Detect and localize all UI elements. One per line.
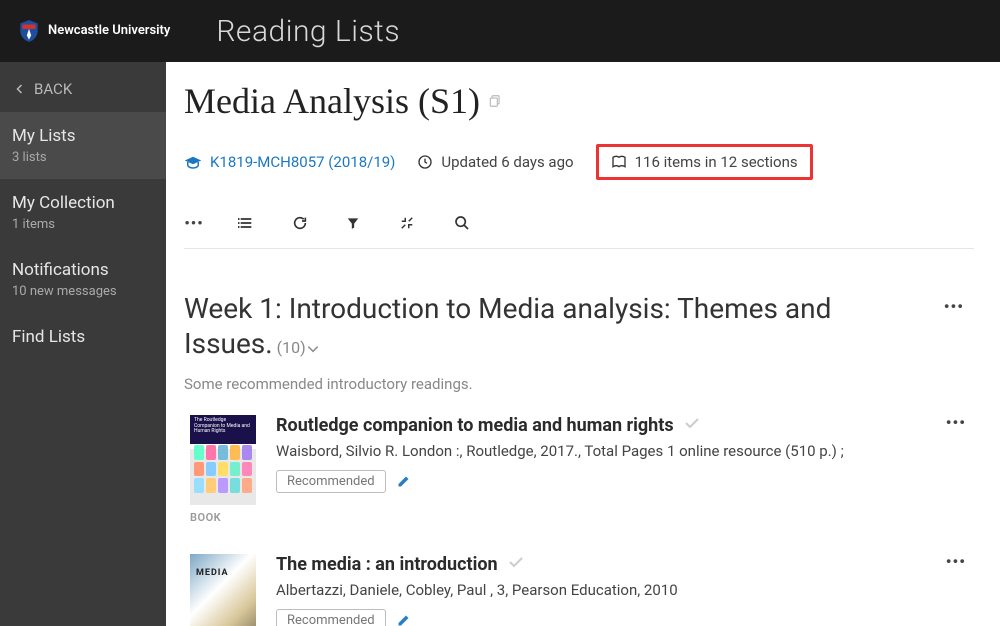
list-toolbar: ••• <box>184 206 974 249</box>
course-code-link[interactable]: K1819-MCH8057 (2018/19) <box>184 153 395 171</box>
book-cover-thumbnail: MEDIA <box>190 554 256 626</box>
section-item-count[interactable]: (10) <box>277 338 320 357</box>
top-bar: Newcastle University Reading Lists <box>0 0 1000 62</box>
list-meta-row: K1819-MCH8057 (2018/19) Updated 6 days a… <box>184 144 974 180</box>
university-name: Newcastle University <box>48 24 170 38</box>
sidebar-item-sub: 3 lists <box>12 150 154 165</box>
item-meta: Albertazzi, Daniele, Cobley, Paul , 3, P… <box>276 581 968 599</box>
filter-icon <box>346 216 360 230</box>
item-type-label: BOOK <box>190 511 221 524</box>
item-title[interactable]: The media : an introduction <box>276 554 498 575</box>
items-summary-text: 116 items in 12 sections <box>635 153 798 171</box>
section-header: Week 1: Introduction to Media analysis: … <box>184 291 974 361</box>
section-menu-button[interactable]: ••• <box>934 291 974 322</box>
check-outline-icon[interactable] <box>684 415 700 431</box>
edit-tag-button[interactable] <box>396 613 411 626</box>
recommendation-tag: Recommended <box>276 470 386 493</box>
sidebar-item-sub: 1 items <box>12 217 154 232</box>
filter-button[interactable] <box>346 216 366 230</box>
collapse-button[interactable] <box>400 216 420 230</box>
back-label: BACK <box>34 80 72 98</box>
chevron-left-icon <box>14 83 26 95</box>
sidebar-item-my-collection[interactable]: My Collection 1 items <box>0 179 166 246</box>
search-button[interactable] <box>454 215 474 231</box>
main-content: Media Analysis (S1) K1819-MCH8057 (2018/… <box>166 62 1000 626</box>
course-code-text: K1819-MCH8057 (2018/19) <box>210 153 395 171</box>
shield-icon <box>16 18 42 44</box>
recommendation-tag: Recommended <box>276 609 386 626</box>
items-summary-highlight: 116 items in 12 sections <box>596 144 813 180</box>
item-title[interactable]: Routledge companion to media and human r… <box>276 415 674 436</box>
section-count-text: (10) <box>277 338 306 357</box>
sidebar-item-find-lists[interactable]: Find Lists <box>0 313 166 365</box>
sidebar: BACK My Lists 3 lists My Collection 1 it… <box>0 62 166 626</box>
list-item[interactable]: ••• MEDIA BOOK The media : an introducti… <box>184 546 974 626</box>
book-cover-thumbnail: The Routledge Companion to Media and Hum… <box>190 415 256 505</box>
item-menu-button[interactable]: ••• <box>946 413 966 432</box>
copy-icon[interactable] <box>488 94 502 108</box>
list-item[interactable]: ••• The Routledge Companion to Media and… <box>184 407 974 532</box>
sidebar-item-title: My Collection <box>12 193 154 213</box>
search-icon <box>454 215 470 231</box>
compress-icon <box>400 216 414 230</box>
toc-button[interactable] <box>238 216 258 230</box>
app-title: Reading Lists <box>216 14 400 49</box>
pencil-icon <box>396 474 411 489</box>
sidebar-item-title: My Lists <box>12 126 154 146</box>
list-title: Media Analysis (S1) <box>184 80 974 122</box>
item-menu-button[interactable]: ••• <box>946 552 966 571</box>
edit-tag-button[interactable] <box>396 474 411 489</box>
updated-meta: Updated 6 days ago <box>417 153 573 171</box>
refresh-button[interactable] <box>292 215 312 231</box>
section-description: Some recommended introductory readings. <box>184 375 974 393</box>
back-button[interactable]: BACK <box>0 62 166 112</box>
updated-text: Updated 6 days ago <box>441 153 573 171</box>
more-actions-button[interactable]: ••• <box>184 214 204 232</box>
check-outline-icon[interactable] <box>508 554 524 570</box>
clock-icon <box>417 154 433 170</box>
graduation-cap-icon <box>184 155 202 169</box>
list-title-text: Media Analysis (S1) <box>184 80 480 122</box>
sidebar-item-notifications[interactable]: Notifications 10 new messages <box>0 246 166 313</box>
list-icon <box>238 216 254 230</box>
university-logo[interactable]: Newcastle University <box>16 18 170 44</box>
sidebar-item-my-lists[interactable]: My Lists 3 lists <box>0 112 166 179</box>
sidebar-item-title: Find Lists <box>12 327 154 347</box>
sidebar-item-sub: 10 new messages <box>12 284 154 299</box>
refresh-icon <box>292 215 308 231</box>
sidebar-item-title: Notifications <box>12 260 154 280</box>
book-icon <box>611 155 627 169</box>
item-meta: Waisbord, Silvio R. London :, Routledge,… <box>276 442 968 460</box>
pencil-icon <box>396 613 411 626</box>
chevron-down-icon <box>306 344 320 354</box>
